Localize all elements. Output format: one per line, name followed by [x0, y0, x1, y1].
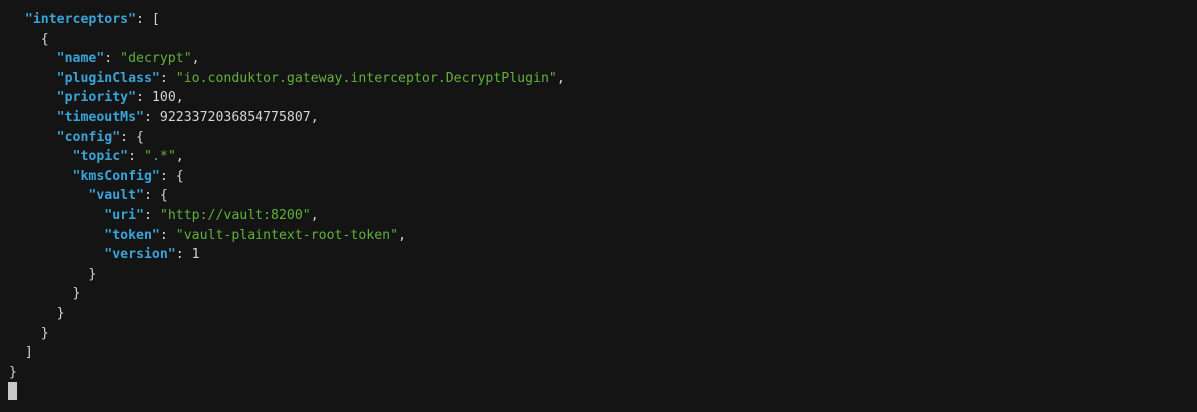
- json-punctuation: [9, 247, 104, 262]
- json-punctuation: ,: [175, 149, 184, 165]
- json-punctuation: : {: [120, 129, 144, 145]
- terminal-line: "uri": "http://vault:8200",: [9, 206, 319, 226]
- json-key: "priority": [56, 90, 137, 106]
- json-punctuation: :: [159, 70, 176, 86]
- json-key: "timeoutMs": [56, 110, 144, 125]
- json-punctuation: }: [9, 286, 81, 302]
- json-punctuation: ,: [556, 70, 565, 86]
- json-key: "uri": [104, 208, 144, 223]
- json-punctuation: [9, 208, 104, 223]
- json-punctuation: [9, 90, 57, 105]
- json-punctuation: }: [9, 325, 49, 341]
- json-punctuation: [9, 51, 57, 66]
- terminal-line: }: [9, 324, 49, 344]
- json-string: "vault-plaintext-root-token": [175, 227, 399, 243]
- json-punctuation: ,: [398, 227, 407, 243]
- json-punctuation: ,: [175, 90, 184, 106]
- terminal-line: "topic": ".*",: [9, 147, 184, 167]
- terminal-cursor: [8, 382, 17, 400]
- terminal-line: {: [9, 30, 49, 50]
- terminal-line: "name": "decrypt",: [9, 49, 200, 69]
- terminal-window[interactable]: "interceptors": [ { "name": "decrypt", "…: [0, 0, 1197, 412]
- terminal-line: ]: [9, 343, 33, 363]
- json-key: "token": [104, 227, 160, 243]
- json-punctuation: {: [9, 31, 49, 47]
- terminal-line: "kmsConfig": {: [9, 167, 184, 187]
- json-number: 100: [151, 90, 176, 106]
- json-punctuation: [9, 149, 73, 164]
- json-punctuation: :: [104, 51, 121, 67]
- json-key: "interceptors": [24, 12, 137, 27]
- json-punctuation: ,: [310, 208, 319, 223]
- json-punctuation: :: [175, 247, 192, 263]
- json-punctuation: [9, 228, 104, 243]
- terminal-line: }: [9, 304, 65, 324]
- terminal-line: "token": "vault-plaintext-root-token",: [9, 226, 406, 246]
- terminal-line: "timeoutMs": 9223372036854775807,: [9, 108, 319, 128]
- json-punctuation: [9, 130, 57, 145]
- terminal-line: "priority": 100,: [9, 88, 184, 108]
- terminal-line: "vault": {: [9, 186, 168, 206]
- json-key: "version": [104, 247, 176, 263]
- json-key: "pluginClass": [56, 70, 160, 86]
- json-punctuation: : [: [136, 12, 160, 27]
- terminal-line: "pluginClass": "io.conduktor.gateway.int…: [9, 69, 565, 89]
- json-key: "kmsConfig": [72, 168, 160, 184]
- json-punctuation: }: [9, 266, 97, 282]
- json-punctuation: [9, 169, 73, 184]
- json-punctuation: :: [136, 90, 152, 106]
- json-punctuation: :: [159, 227, 176, 243]
- json-number: 9223372036854775807: [159, 110, 311, 125]
- json-punctuation: ,: [191, 51, 200, 67]
- json-key: "vault": [88, 188, 144, 204]
- terminal-line: "interceptors": [: [9, 10, 160, 30]
- json-punctuation: ,: [310, 110, 319, 125]
- json-key: "config": [56, 129, 121, 145]
- terminal-line: }: [9, 265, 96, 285]
- json-punctuation: }: [9, 364, 17, 380]
- json-key: "topic": [72, 149, 129, 165]
- json-key: "name": [56, 51, 105, 67]
- json-punctuation: [9, 71, 57, 86]
- json-punctuation: [9, 188, 88, 203]
- json-string: "io.conduktor.gateway.interceptor.Decryp…: [175, 70, 557, 86]
- json-punctuation: :: [143, 110, 160, 125]
- json-punctuation: }: [9, 306, 65, 321]
- json-punctuation: : {: [143, 188, 168, 204]
- json-string: "decrypt": [120, 51, 192, 67]
- json-punctuation: [9, 110, 57, 125]
- json-punctuation: :: [128, 149, 144, 165]
- json-punctuation: ]: [9, 345, 33, 361]
- json-punctuation: [9, 12, 25, 27]
- json-string: ".*": [144, 149, 176, 165]
- json-punctuation: : {: [159, 168, 184, 184]
- json-string: "http://vault:8200": [159, 208, 311, 223]
- terminal-line: "version": 1: [9, 245, 200, 265]
- terminal-line: }: [9, 284, 81, 304]
- terminal-line: "config": {: [9, 128, 144, 148]
- json-number: 1: [191, 247, 200, 263]
- json-punctuation: :: [143, 208, 160, 223]
- terminal-line: }: [9, 363, 17, 383]
